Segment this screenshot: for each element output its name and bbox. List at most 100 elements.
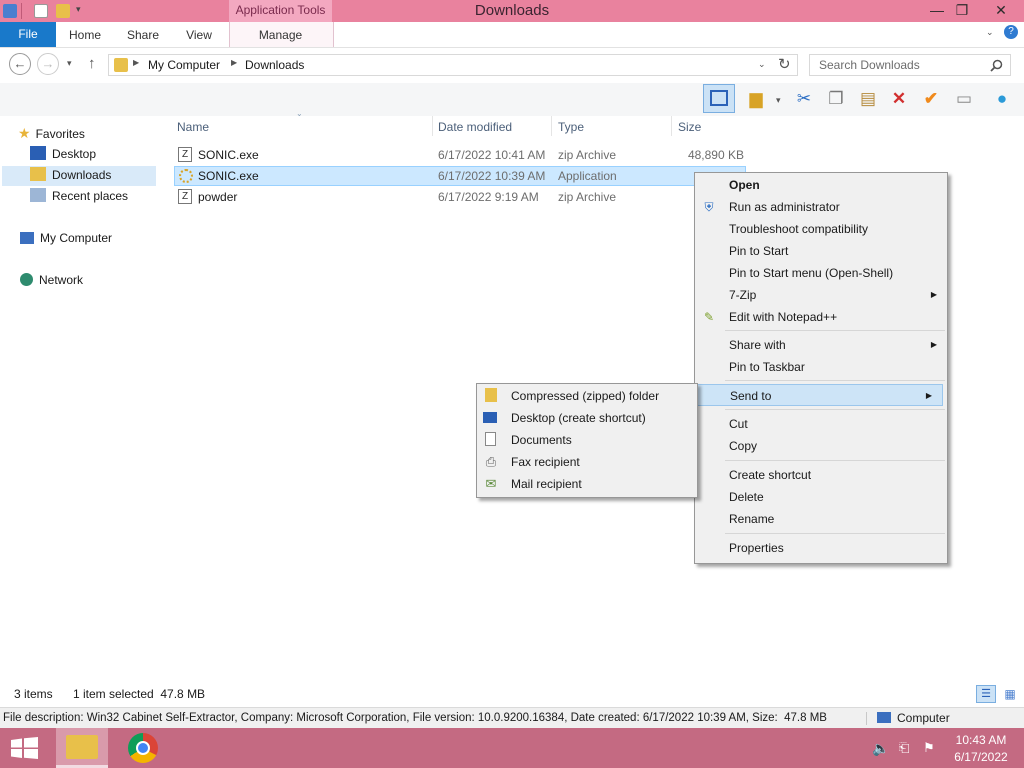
forward-button[interactable]: → [37,53,59,75]
file-type: zip Archive [558,190,617,204]
send-to-desktop-shortcut[interactable]: Desktop (create shortcut) [477,407,697,429]
column-size[interactable]: Size [678,118,701,136]
taskbar-file-explorer[interactable] [56,728,108,768]
menu-item-create-shortcut[interactable]: Create shortcut [695,464,947,486]
checkmark-icon[interactable]: ✔ [919,86,943,112]
column-date-modified[interactable]: Date modified [438,118,512,136]
search-icon[interactable] [990,59,1003,72]
recent-locations-icon[interactable]: ▾ [67,58,72,69]
desktop-icon [483,412,497,423]
send-to-compressed-folder[interactable]: Compressed (zipped) folder [477,385,697,407]
paste-icon[interactable]: ▤ [856,86,880,112]
file-row[interactable]: Z SONIC.exe 6/17/2022 10:41 AM zip Archi… [174,145,746,165]
file-row[interactable]: Z powder 6/17/2022 9:19 AM zip Archive [174,187,746,207]
menu-label: Troubleshoot compatibility [729,222,868,236]
uac-shield-icon: ⛨ [704,200,714,214]
menu-separator [725,409,945,410]
rename-icon[interactable]: ▭ [952,86,976,112]
toolbar-dropdown-icon[interactable]: ▾ [776,95,781,106]
send-to-mail-recipient[interactable]: ✉ Mail recipient [477,473,697,495]
send-to-fax-recipient[interactable]: ⎙ Fax recipient [477,451,697,473]
up-arrow-icon[interactable]: ↑ [88,55,96,72]
cut-icon[interactable]: ✂ [792,86,816,112]
nav-item-desktop[interactable]: Desktop [30,144,96,164]
large-icons-view-icon[interactable]: ▦ [1001,685,1019,703]
nav-item-label: Desktop [52,147,97,161]
taskbar: 🔈 ⎗ ⚑ 10:43 AM 6/17/2022 [0,728,1024,768]
downloads-folder-icon [114,58,128,72]
column-divider[interactable] [671,116,672,136]
nav-item-recent-places[interactable]: Recent places [30,186,128,206]
menu-item-share-with[interactable]: Share with ▶ [695,334,947,356]
nav-favorites[interactable]: ★ Favorites [18,123,85,143]
action-center-icon[interactable]: ⚑ [923,740,935,756]
menu-item-pin-to-taskbar[interactable]: Pin to Taskbar [695,356,947,378]
ribbon-expand-icon[interactable]: ⌄ [986,27,994,38]
menu-item-run-as-administrator[interactable]: ⛨ Run as administrator [695,196,947,218]
column-type[interactable]: Type [558,118,584,136]
column-divider[interactable] [551,116,552,136]
search-input[interactable]: Search Downloads [809,54,1011,76]
menu-item-send-to[interactable]: Send to ▶ [697,384,943,406]
properties-globe-icon[interactable]: ● [990,86,1014,112]
menu-item-rename[interactable]: Rename [695,508,947,530]
submenu-arrow-icon: ▶ [930,290,937,299]
tab-share[interactable]: Share [120,22,166,47]
column-divider[interactable] [432,116,433,136]
back-button[interactable]: ← [9,53,31,75]
desktop-icon [30,146,46,160]
copy-to-folder-icon[interactable]: ▆ [744,86,768,112]
file-date: 6/17/2022 9:19 AM [438,190,539,204]
nav-network[interactable]: Network [20,270,83,290]
windows-start-icon[interactable] [11,737,38,759]
send-to-documents[interactable]: Documents [477,429,697,451]
file-row-selected[interactable]: SONIC.exe 6/17/2022 10:39 AM Application [174,166,746,186]
breadcrumb-downloads[interactable]: Downloads [245,58,304,72]
menu-item-troubleshoot-compatibility[interactable]: Troubleshoot compatibility [695,218,947,240]
copy-icon[interactable]: ❐ [824,86,848,112]
volume-muted-icon[interactable]: 🔈 [872,740,889,757]
menu-label: 7-Zip [729,288,757,302]
menu-item-7-zip[interactable]: 7-Zip ▶ [695,284,947,306]
notepad-plus-plus-icon: ✎ [703,310,715,324]
clock-date[interactable]: 6/17/2022 [950,750,1012,764]
address-dropdown-icon[interactable]: ⌄ [758,59,766,70]
menu-item-delete[interactable]: Delete [695,486,947,508]
zip-folder-icon [485,388,497,402]
taskbar-chrome[interactable] [128,733,158,763]
documents-icon [485,432,496,446]
network-tray-icon[interactable]: ⎗ [899,740,909,756]
menu-item-copy[interactable]: Copy [695,435,947,457]
menu-item-pin-to-start-open-shell[interactable]: Pin to Start menu (Open-Shell) [695,262,947,284]
clock-time[interactable]: 10:43 AM [950,733,1012,747]
delete-icon[interactable]: ✕ [887,86,911,112]
downloads-icon [30,167,46,181]
breadcrumb-chevron-icon[interactable]: ▶ [231,58,237,67]
menu-item-edit-with-notepad[interactable]: ✎ Edit with Notepad++ [695,306,947,328]
tab-home[interactable]: Home [62,22,108,47]
menu-separator [725,330,945,331]
preview-pane-button[interactable] [703,84,735,113]
tab-file[interactable]: File [0,22,56,47]
nav-my-computer[interactable]: My Computer [20,228,112,248]
details-view-icon[interactable]: ☰ [976,685,996,703]
tab-view[interactable]: View [177,22,221,47]
submenu-arrow-icon: ▶ [930,340,937,349]
nav-item-downloads[interactable]: Downloads [30,165,111,185]
nav-item-label: Network [39,273,84,287]
breadcrumb-my-computer[interactable]: My Computer [148,58,220,72]
close-button[interactable]: ✕ [985,0,1017,20]
menu-separator [725,460,945,461]
address-bar[interactable]: ▶ My Computer ▶ Downloads ⌄ [108,54,798,76]
maximize-button[interactable]: ❐ [947,0,977,20]
refresh-icon[interactable]: ↻ [778,55,791,73]
column-name[interactable]: Name [177,118,209,136]
tab-manage[interactable]: Manage [229,22,332,47]
help-icon[interactable]: ? [1004,25,1018,39]
menu-item-pin-to-start[interactable]: Pin to Start [695,240,947,262]
menu-item-open[interactable]: Open [695,174,947,196]
menu-item-properties[interactable]: Properties [695,537,947,559]
menu-item-cut[interactable]: Cut [695,413,947,435]
file-date: 6/17/2022 10:41 AM [438,148,546,162]
computer-icon [20,232,34,244]
